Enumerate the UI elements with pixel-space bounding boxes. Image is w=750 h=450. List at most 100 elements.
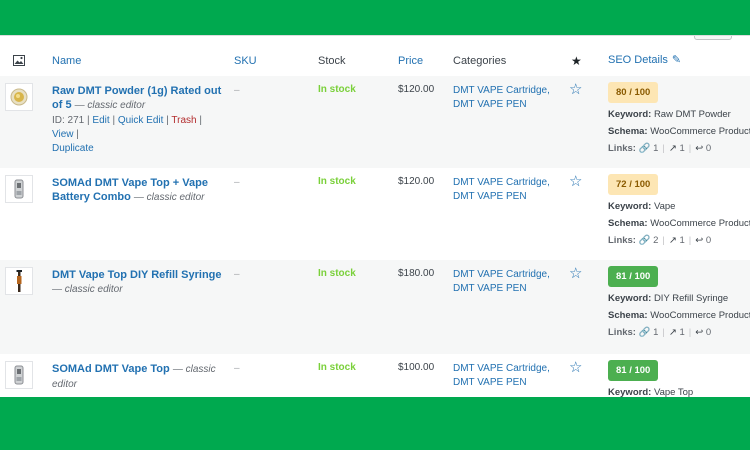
category-link[interactable]: DMT VAPE Cartridge, xyxy=(453,176,563,190)
seo-links: Links: 🔗 1 | ↗ 1 | ↩ 0 xyxy=(608,327,750,338)
seo-keyword: Keyword: DIY Refill Syringe xyxy=(608,293,750,304)
table-header: Name SKU Stock Price Categories ★ SEO De… xyxy=(0,46,750,77)
product-name-cell: DMT Vape Top DIY Refill Syringe — classi… xyxy=(52,268,222,297)
featured-column-star-icon[interactable]: ★ xyxy=(571,54,582,68)
product-thumbnail[interactable] xyxy=(5,83,33,111)
table-row: SOMAd DMT Vape Top + Vape Battery Combo … xyxy=(0,168,750,260)
stock-status: In stock xyxy=(318,84,356,95)
separator: | xyxy=(112,115,116,126)
stock-status: In stock xyxy=(318,268,356,279)
column-price[interactable]: Price xyxy=(398,55,423,67)
trash-link[interactable]: Trash xyxy=(171,115,196,126)
schema-label: Schema: xyxy=(608,218,648,229)
category-link[interactable]: DMT VAPE Cartridge, xyxy=(453,268,563,282)
category-link[interactable]: DMT VAPE PEN xyxy=(453,190,563,204)
separator: | xyxy=(87,115,90,126)
vape-device-image xyxy=(14,179,24,199)
incoming-links-count: 0 xyxy=(705,235,712,246)
external-links-count: 1 xyxy=(679,327,685,338)
category-link[interactable]: DMT VAPE PEN xyxy=(453,376,563,390)
sku-value: – xyxy=(234,177,240,188)
sku-value: – xyxy=(234,85,240,96)
duplicate-link[interactable]: Duplicate xyxy=(52,143,94,154)
seo-details-cell: 80 / 100 Keyword: Raw DMT Powder Schema:… xyxy=(608,82,750,154)
table-row: SOMAd DMT Vape Top — classic editor – In… xyxy=(0,354,750,397)
keyword-value: Vape Top xyxy=(653,387,694,397)
featured-star-icon[interactable]: ☆ xyxy=(569,264,582,282)
categories-cell: DMT VAPE Cartridge, DMT VAPE PEN xyxy=(453,176,563,204)
internal-links-count: 2 xyxy=(653,235,659,246)
product-title-link[interactable]: SOMAd DMT Vape Top xyxy=(52,363,170,375)
category-link[interactable]: DMT VAPE PEN xyxy=(453,98,563,112)
column-name[interactable]: Name xyxy=(52,55,81,67)
column-stock: Stock xyxy=(318,55,346,67)
seo-schema: Schema: WooCommerce Product xyxy=(608,218,750,229)
seo-schema: Schema: WooCommerce Product xyxy=(608,126,750,137)
categories-cell: DMT VAPE Cartridge, DMT VAPE PEN xyxy=(453,84,563,112)
separator: | xyxy=(662,235,665,246)
separator: | xyxy=(76,129,79,140)
editor-note: — classic editor xyxy=(133,192,205,203)
separator: | xyxy=(688,327,692,338)
separator: | xyxy=(688,235,692,246)
pencil-icon[interactable]: ✎ xyxy=(672,53,681,66)
screen-options-button[interactable] xyxy=(694,36,732,40)
internal-links-count: 1 xyxy=(653,143,659,154)
seo-details-cell: 72 / 100 Keyword: Vape Schema: WooCommer… xyxy=(608,174,750,246)
seo-score-badge: 81 / 100 xyxy=(608,266,659,287)
featured-star-icon[interactable]: ☆ xyxy=(569,358,582,376)
editor-note: — classic editor xyxy=(74,100,146,111)
separator: | xyxy=(199,115,202,126)
separator: | xyxy=(662,327,665,338)
categories-cell: DMT VAPE Cartridge, DMT VAPE PEN xyxy=(453,362,563,390)
seo-keyword: Keyword: Vape xyxy=(608,201,750,212)
seo-keyword: Keyword: Raw DMT Powder xyxy=(608,109,750,120)
seo-score-badge: 72 / 100 xyxy=(608,174,659,195)
featured-star-icon[interactable]: ☆ xyxy=(569,172,582,190)
internal-link-icon: 🔗 xyxy=(638,143,651,154)
seo-links: Links: 🔗 1 | ↗ 1 | ↩ 0 xyxy=(608,143,750,154)
column-sku[interactable]: SKU xyxy=(234,55,257,67)
product-title-link[interactable]: DMT Vape Top DIY Refill Syringe xyxy=(52,269,222,281)
category-link[interactable]: DMT VAPE Cartridge, xyxy=(453,84,563,98)
sku-value: – xyxy=(234,363,240,374)
product-thumbnail[interactable] xyxy=(5,361,33,389)
price-value: $120.00 xyxy=(398,176,435,187)
product-name-cell: Raw DMT Powder (1g) Rated out of 5 — cla… xyxy=(52,84,222,156)
schema-value: WooCommerce Product xyxy=(650,310,750,321)
schema-label: Schema: xyxy=(608,126,648,137)
keyword-value: Raw DMT Powder xyxy=(653,109,731,120)
seo-score-badge: 80 / 100 xyxy=(608,82,659,103)
image-column-icon xyxy=(13,55,25,66)
column-seo-details: SEO Details ✎ xyxy=(608,53,681,66)
price-value: $180.00 xyxy=(398,268,435,279)
external-link-icon: ↗ xyxy=(668,235,677,246)
keyword-value: DIY Refill Syringe xyxy=(653,293,729,304)
product-name-cell: SOMAd DMT Vape Top + Vape Battery Combo … xyxy=(52,176,222,205)
incoming-link-icon: ↩ xyxy=(695,143,704,154)
products-list-panel: Name SKU Stock Price Categories ★ SEO De… xyxy=(0,35,750,397)
seo-details-cell: 81 / 100 Keyword: Vape Top xyxy=(608,360,750,397)
incoming-link-icon: ↩ xyxy=(695,235,704,246)
external-links-count: 1 xyxy=(679,143,685,154)
vape-top-image xyxy=(14,365,24,385)
seo-details-cell: 81 / 100 Keyword: DIY Refill Syringe Sch… xyxy=(608,266,750,338)
seo-links: Links: 🔗 2 | ↗ 1 | ↩ 0 xyxy=(608,235,750,246)
quick-edit-link[interactable]: Quick Edit xyxy=(118,115,164,126)
row-actions: ID: 271 | Edit | Quick Edit | Trash | Vi… xyxy=(52,114,222,156)
product-thumbnail[interactable] xyxy=(5,175,33,203)
seo-keyword: Keyword: Vape Top xyxy=(608,387,750,397)
separator: | xyxy=(662,143,665,154)
separator: | xyxy=(166,115,169,126)
category-link[interactable]: DMT VAPE Cartridge, xyxy=(453,362,563,376)
category-link[interactable]: DMT VAPE PEN xyxy=(453,282,563,296)
external-links-count: 1 xyxy=(679,235,685,246)
product-name-cell: SOMAd DMT Vape Top — classic editor xyxy=(52,362,222,392)
keyword-label: Keyword: xyxy=(608,387,652,397)
table-row: DMT Vape Top DIY Refill Syringe — classi… xyxy=(0,260,750,354)
view-link[interactable]: View xyxy=(52,129,74,140)
featured-star-icon[interactable]: ☆ xyxy=(569,80,582,98)
edit-link[interactable]: Edit xyxy=(92,115,109,126)
product-thumbnail[interactable] xyxy=(5,267,33,295)
keyword-label: Keyword: xyxy=(608,293,652,304)
